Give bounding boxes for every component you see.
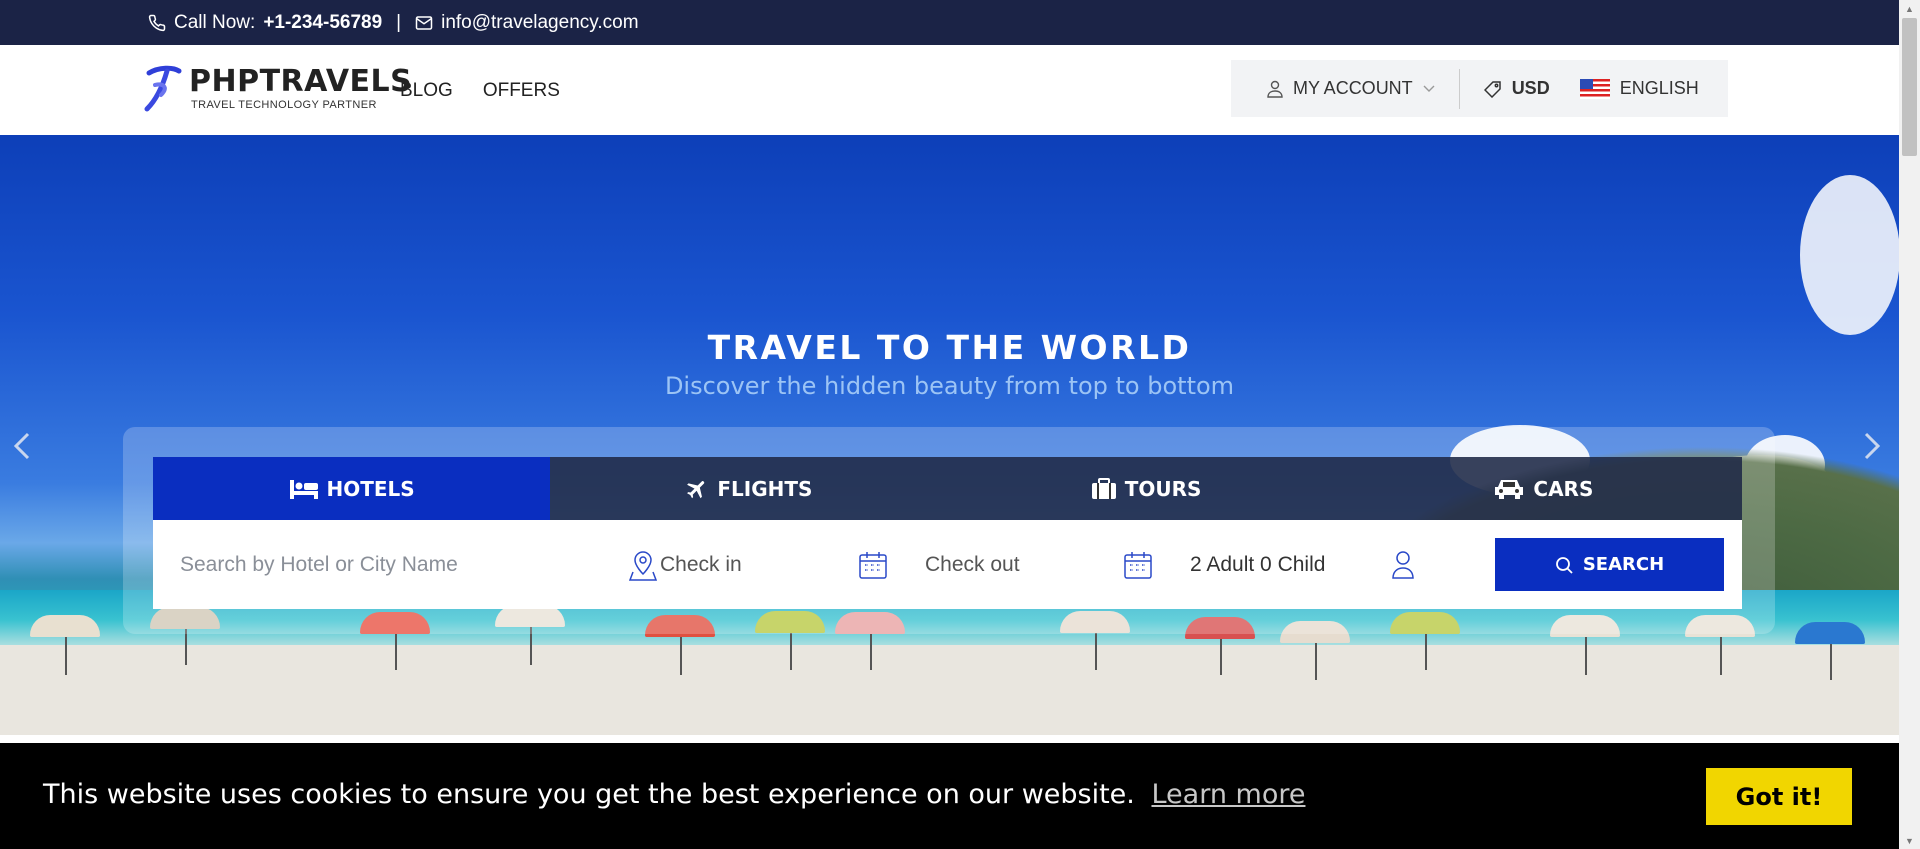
tab-tours[interactable]: TOURS [947,457,1345,520]
call-label: Call Now: [174,11,256,33]
page-scrollbar[interactable]: ▲ ▼ [1899,0,1920,849]
umbrella-pole [1315,640,1317,680]
scroll-up-arrow[interactable]: ▲ [1899,0,1920,17]
umbrella-pole [870,630,872,670]
umbrella-pole [790,630,792,670]
carousel-next-arrow[interactable] [1862,425,1882,469]
umbrella [30,615,100,637]
chevron-right-icon [1864,432,1881,460]
language-selector[interactable]: ENGLISH [1579,78,1699,99]
tag-icon [1483,80,1501,98]
umbrella-pole [65,635,67,675]
hero-banner: TRAVEL TO THE WORLD Discover the hidden … [0,135,1899,735]
umbrella-pole [395,630,397,670]
umbrella-pole [1425,630,1427,670]
map-pin-icon [629,551,657,581]
hero-title: TRAVEL TO THE WORLD [707,328,1192,367]
hero-subtitle: Discover the hidden beauty from top to b… [664,372,1235,400]
my-account-label: MY ACCOUNT [1293,78,1413,98]
nav-blog[interactable]: BLOG [400,80,453,102]
checkout-placeholder: Check out [925,552,1020,576]
nav-offers[interactable]: OFFERS [483,80,560,102]
phone-icon [148,14,166,32]
chevron-down-icon [1423,85,1435,92]
suitcase-icon [1091,477,1116,499]
guests-value: 2 Adult 0 Child [1190,552,1326,576]
search-panel: HOTELS FLIGHTS TOURS CARS Search by Hote… [123,427,1775,634]
mail-icon [415,15,433,31]
cookie-text: This website uses cookies to ensure you … [43,779,1305,810]
calendar-icon [859,552,887,579]
car-icon [1495,479,1524,499]
search-tabs: HOTELS FLIGHTS TOURS CARS [153,457,1742,520]
checkin-placeholder: Check in [660,552,742,576]
tab-cars-label: CARS [1533,476,1594,501]
logo-subtitle: TRAVEL TECHNOLOGY PARTNER [191,99,377,111]
my-account-dropdown[interactable]: MY ACCOUNT [1267,78,1435,99]
learn-more-link[interactable]: Learn more [1151,779,1305,810]
tab-hotels-label: HOTELS [326,476,415,501]
separator: | [396,11,402,33]
scroll-thumb[interactable] [1902,18,1917,156]
tab-flights-label: FLIGHTS [717,476,813,501]
cookie-accept-button[interactable]: Got it! [1706,768,1852,825]
tab-tours-label: TOURS [1124,476,1202,501]
checkin-field[interactable]: Check in [660,520,925,609]
umbrella-pole [680,635,682,675]
account-bar: MY ACCOUNT USD ENGLISH [1231,60,1728,117]
checkout-field[interactable]: Check out [925,520,1190,609]
language-label: ENGLISH [1619,78,1699,98]
carousel-prev-arrow[interactable] [12,425,32,469]
hotel-search-placeholder: Search by Hotel or City Name [180,552,458,576]
us-flag-icon [1579,78,1610,99]
cookie-message: This website uses cookies to ensure you … [43,779,1135,810]
bed-icon [289,479,318,499]
umbrella-pole [1095,630,1097,670]
logo-mark-icon [144,65,182,112]
person-icon [1392,551,1414,579]
phone-number[interactable]: +1-234-56789 [263,12,382,34]
guests-selector[interactable]: 2 Adult 0 Child [1190,520,1525,609]
logo-title: PHPTRAVELS [189,64,413,99]
chevron-left-icon [13,432,30,460]
umbrella [1795,622,1865,644]
main-nav: BLOG OFFERS [400,80,560,102]
currency-label: USD [1511,78,1550,98]
tab-cars[interactable]: CARS [1344,457,1742,520]
beach-sand [0,645,1899,735]
umbrella-pole [1720,635,1722,675]
user-icon [1267,80,1283,98]
email-link[interactable]: info@travelagency.com [441,12,638,34]
umbrella-pole [1830,640,1832,680]
hotel-search-input[interactable]: Search by Hotel or City Name [153,520,660,609]
scroll-down-arrow[interactable]: ▼ [1899,832,1920,849]
tab-hotels[interactable]: HOTELS [153,457,551,520]
top-contact-bar: Call Now: +1-234-56789 | info@travelagen… [0,0,1899,45]
calendar-icon [1124,552,1152,579]
plane-icon [687,480,705,498]
divider [1458,68,1460,109]
search-icon [1555,556,1573,574]
currency-selector[interactable]: USD [1483,78,1550,99]
cloud-decoration [1800,175,1899,335]
search-button[interactable]: SEARCH [1495,538,1724,591]
cookie-consent-bar: This website uses cookies to ensure you … [0,743,1899,849]
site-logo[interactable]: PHPTRAVELS TRAVEL TECHNOLOGY PARTNER [143,65,412,113]
search-button-label: SEARCH [1582,554,1665,575]
tab-flights[interactable]: FLIGHTS [550,457,948,520]
umbrella-pole [1220,635,1222,675]
hotel-search-form: Search by Hotel or City Name Check in Ch… [153,520,1742,609]
umbrella-pole [1585,635,1587,675]
